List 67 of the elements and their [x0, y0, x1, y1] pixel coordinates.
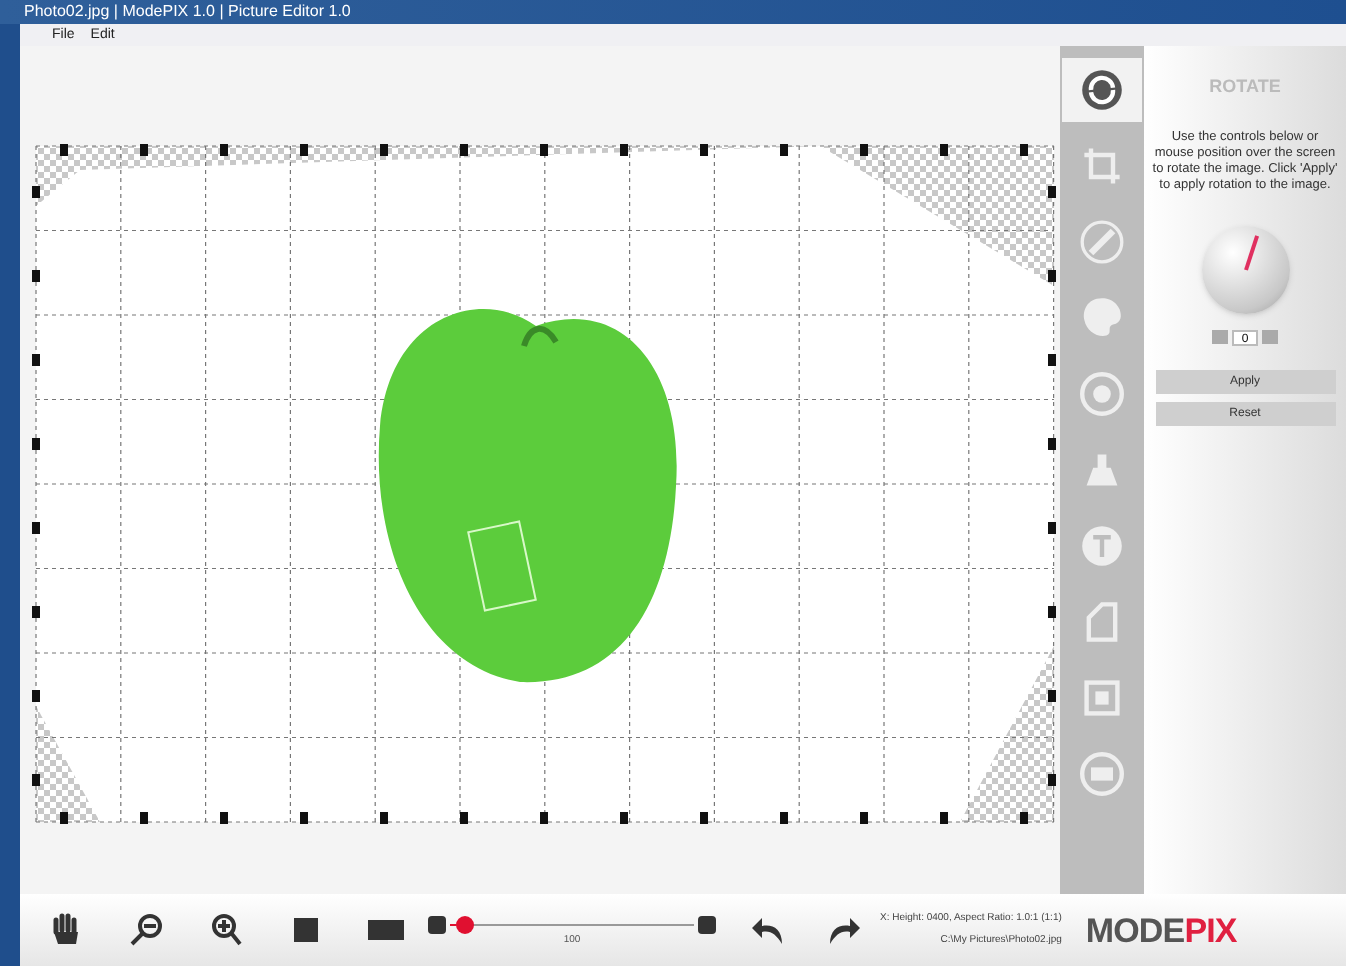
crop-handle[interactable]	[1048, 774, 1056, 786]
redo-icon[interactable]	[824, 914, 860, 946]
crop-handle[interactable]	[1048, 270, 1056, 282]
crop-handle[interactable]	[860, 144, 868, 156]
undo-icon[interactable]	[752, 914, 788, 946]
crop-handle[interactable]	[700, 144, 708, 156]
crop-handle[interactable]	[60, 144, 68, 156]
app-logo: MODEPIX	[1085, 913, 1237, 947]
crop-handle[interactable]	[540, 812, 548, 824]
crop-handle[interactable]	[940, 144, 948, 156]
crop-handle[interactable]	[1048, 522, 1056, 534]
crop-handle[interactable]	[940, 812, 948, 824]
crop-handle[interactable]	[1048, 186, 1056, 198]
slider-thumb[interactable]	[456, 915, 475, 933]
crop-handle[interactable]	[300, 144, 308, 156]
crop-handle[interactable]	[220, 812, 228, 824]
crop-handle[interactable]	[780, 144, 788, 156]
crop-handle[interactable]	[32, 522, 40, 534]
tool-tab[interactable]	[1062, 58, 1142, 122]
crop-handle[interactable]	[1020, 812, 1028, 824]
crop-handle[interactable]	[32, 774, 40, 786]
zoom-in-button[interactable]	[698, 915, 716, 933]
crop-handle[interactable]	[32, 270, 40, 282]
increase-button[interactable]	[1262, 330, 1279, 344]
rotate-icon	[1080, 68, 1124, 112]
crop-handle[interactable]	[380, 812, 388, 824]
zoom-out-icon[interactable]	[128, 912, 164, 948]
decrease-button[interactable]	[1211, 330, 1228, 344]
crop-handle[interactable]	[1048, 438, 1056, 450]
crop-handle[interactable]	[540, 144, 548, 156]
zoom-in-icon[interactable]	[208, 912, 244, 948]
crop-handle[interactable]	[32, 186, 40, 198]
crop-handle[interactable]	[1020, 144, 1028, 156]
crop-handle[interactable]	[460, 144, 468, 156]
hand-icon[interactable]	[48, 912, 84, 948]
crop-handle[interactable]	[860, 812, 868, 824]
rotation-dial	[1201, 225, 1289, 313]
fit-icon[interactable]	[288, 912, 324, 948]
crop-handle[interactable]	[32, 606, 40, 618]
palette-icon	[1080, 296, 1124, 340]
crop-handle[interactable]	[300, 812, 308, 824]
crop-icon	[1080, 144, 1124, 188]
window-title: Photo02.jpg | ModePIX 1.0 | Picture Editor 1.0	[24, 4, 351, 20]
brush-icon	[1080, 220, 1124, 264]
zoom-slider[interactable]	[450, 915, 694, 933]
frame-icon	[1080, 676, 1124, 720]
crop-handle[interactable]	[460, 812, 468, 824]
crop-handle[interactable]	[60, 812, 68, 824]
film-icon	[1080, 752, 1124, 796]
crop-handle[interactable]	[780, 812, 788, 824]
crop-handle[interactable]	[380, 144, 388, 156]
crop-handle[interactable]	[1048, 354, 1056, 366]
crop-handle[interactable]	[140, 812, 148, 824]
crop-handle[interactable]	[1048, 606, 1056, 618]
crop-handle[interactable]	[32, 438, 40, 450]
crop-handle[interactable]	[700, 812, 708, 824]
circle-icon	[1080, 372, 1124, 416]
crop-handle[interactable]	[620, 812, 628, 824]
crop-handle[interactable]	[1048, 690, 1056, 702]
crop-handle[interactable]	[620, 144, 628, 156]
crop-handle[interactable]	[32, 690, 40, 702]
text-icon	[1080, 524, 1124, 568]
crop-handle[interactable]	[140, 144, 148, 156]
zoom-out-button[interactable]	[428, 915, 446, 933]
panel-title: ROTATE	[1209, 74, 1281, 100]
crop-handle[interactable]	[220, 144, 228, 156]
crop-handle[interactable]	[32, 354, 40, 366]
